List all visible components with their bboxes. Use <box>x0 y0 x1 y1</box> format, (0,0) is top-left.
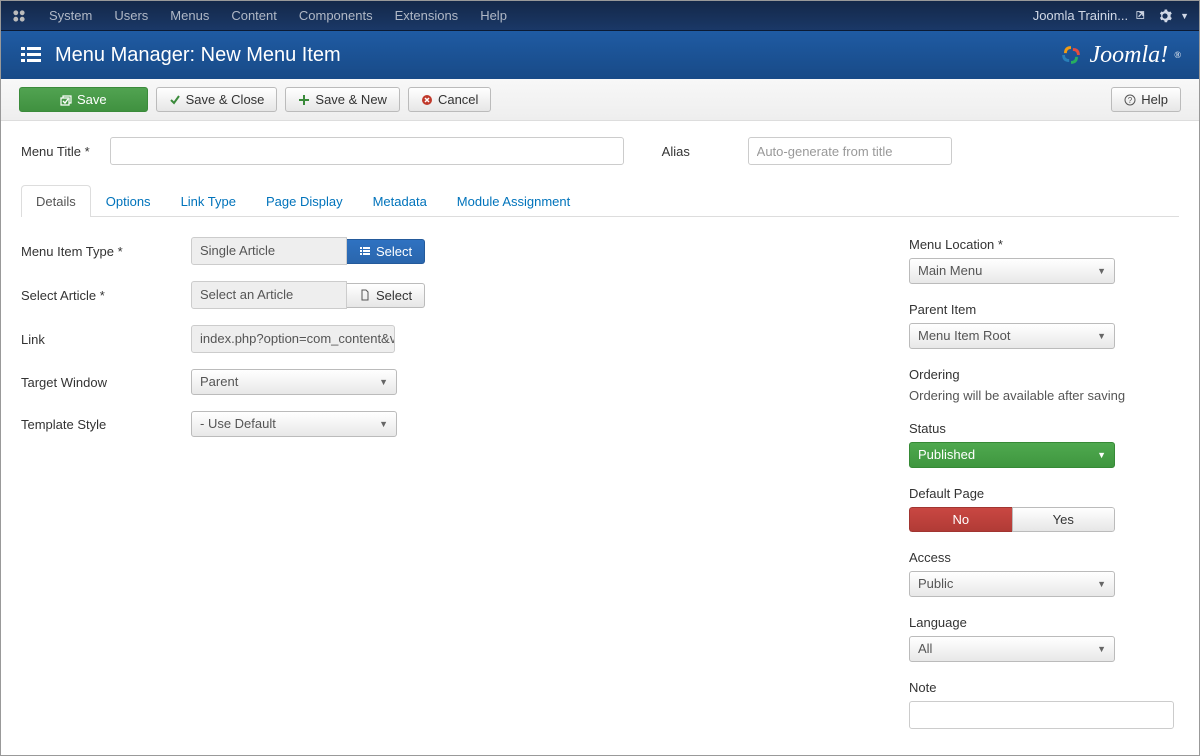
list-icon <box>359 245 371 257</box>
default-page-label: Default Page <box>909 486 1179 501</box>
link-label: Link <box>21 332 191 347</box>
default-no-button[interactable]: No <box>909 507 1012 532</box>
alias-input[interactable] <box>748 137 952 165</box>
parent-item-label: Parent Item <box>909 302 1179 317</box>
tab-options[interactable]: Options <box>91 185 166 217</box>
tab-page-display[interactable]: Page Display <box>251 185 358 217</box>
save-button[interactable]: Save <box>19 87 148 112</box>
topnav-item-components[interactable]: Components <box>289 2 383 29</box>
joomla-icon <box>11 7 29 25</box>
cancel-button[interactable]: Cancel <box>408 87 491 112</box>
cancel-icon <box>421 94 433 106</box>
question-icon: ? <box>1124 94 1136 106</box>
caret-down-icon: ▼ <box>1097 644 1106 654</box>
title-bar: Menu Manager: New Menu Item Joomla!® <box>1 31 1199 79</box>
template-style-select[interactable]: - Use Default▼ <box>191 411 397 437</box>
language-select[interactable]: All▼ <box>909 636 1115 662</box>
tab-metadata[interactable]: Metadata <box>358 185 442 217</box>
menu-item-type-label: Menu Item Type * <box>21 244 191 259</box>
access-label: Access <box>909 550 1179 565</box>
svg-text:?: ? <box>1128 96 1133 105</box>
topnav-item-system[interactable]: System <box>39 2 102 29</box>
help-button[interactable]: ? Help <box>1111 87 1181 112</box>
menu-location-label: Menu Location * <box>909 237 1179 252</box>
ordering-hint: Ordering will be available after saving <box>909 388 1179 403</box>
page-title: Menu Manager: New Menu Item <box>55 44 341 67</box>
parent-item-select[interactable]: Menu Item Root▼ <box>909 323 1115 349</box>
alias-label: Alias <box>662 144 728 159</box>
caret-down-icon: ▼ <box>379 419 388 429</box>
select-article-label: Select Article * <box>21 288 191 303</box>
menu-title-label: Menu Title * <box>21 144 90 159</box>
site-name-link[interactable]: Joomla Trainin... <box>1033 8 1128 23</box>
gear-icon[interactable] <box>1158 9 1172 23</box>
default-page-toggle: No Yes <box>909 507 1115 532</box>
caret-down-icon: ▼ <box>379 377 388 387</box>
menu-title-input[interactable] <box>110 137 624 165</box>
caret-down-icon: ▼ <box>1097 450 1106 460</box>
caret-down-icon[interactable]: ▼ <box>1180 11 1189 21</box>
language-label: Language <box>909 615 1179 630</box>
tab-module-assignment[interactable]: Module Assignment <box>442 185 585 217</box>
template-style-label: Template Style <box>21 417 191 432</box>
plus-icon <box>298 94 310 106</box>
topnav-item-help[interactable]: Help <box>470 2 517 29</box>
note-input[interactable] <box>909 701 1174 729</box>
save-new-button[interactable]: Save & New <box>285 87 400 112</box>
ordering-label: Ordering <box>909 367 1179 382</box>
file-icon <box>359 289 371 301</box>
topnav-menu: System Users Menus Content Components Ex… <box>39 2 517 29</box>
sidebar-panel: Menu Location * Main Menu▼ Parent Item M… <box>909 237 1179 747</box>
default-yes-button[interactable]: Yes <box>1012 507 1116 532</box>
caret-down-icon: ▼ <box>1097 331 1106 341</box>
menu-item-type-value: Single Article <box>191 237 347 265</box>
tab-link-type[interactable]: Link Type <box>166 185 251 217</box>
link-value: index.php?option=com_content&vie <box>191 325 395 353</box>
tab-bar: Details Options Link Type Page Display M… <box>21 185 1179 217</box>
tab-details[interactable]: Details <box>21 185 91 217</box>
topnav-item-users[interactable]: Users <box>104 2 158 29</box>
caret-down-icon: ▼ <box>1097 266 1106 276</box>
target-window-select[interactable]: Parent▼ <box>191 369 397 395</box>
select-type-button[interactable]: Select <box>347 239 425 264</box>
top-navbar: System Users Menus Content Components Ex… <box>1 1 1199 31</box>
topnav-item-content[interactable]: Content <box>221 2 287 29</box>
status-label: Status <box>909 421 1179 436</box>
select-article-button[interactable]: Select <box>347 283 425 308</box>
target-window-label: Target Window <box>21 375 191 390</box>
external-link-icon[interactable] <box>1136 9 1150 23</box>
joomla-logo: Joomla!® <box>1058 42 1182 69</box>
access-select[interactable]: Public▼ <box>909 571 1115 597</box>
caret-down-icon: ▼ <box>1097 579 1106 589</box>
check-icon <box>169 94 181 106</box>
save-close-button[interactable]: Save & Close <box>156 87 278 112</box>
check-icon <box>60 94 72 106</box>
select-article-value: Select an Article <box>191 281 347 309</box>
details-panel: Menu Item Type * Single Article Select S… <box>21 237 869 747</box>
topnav-item-menus[interactable]: Menus <box>160 2 219 29</box>
status-select[interactable]: Published▼ <box>909 442 1115 468</box>
menu-location-select[interactable]: Main Menu▼ <box>909 258 1115 284</box>
list-icon <box>19 43 43 67</box>
note-label: Note <box>909 680 1179 695</box>
topnav-item-extensions[interactable]: Extensions <box>385 2 469 29</box>
toolbar: Save Save & Close Save & New Cancel ? He… <box>1 79 1199 121</box>
